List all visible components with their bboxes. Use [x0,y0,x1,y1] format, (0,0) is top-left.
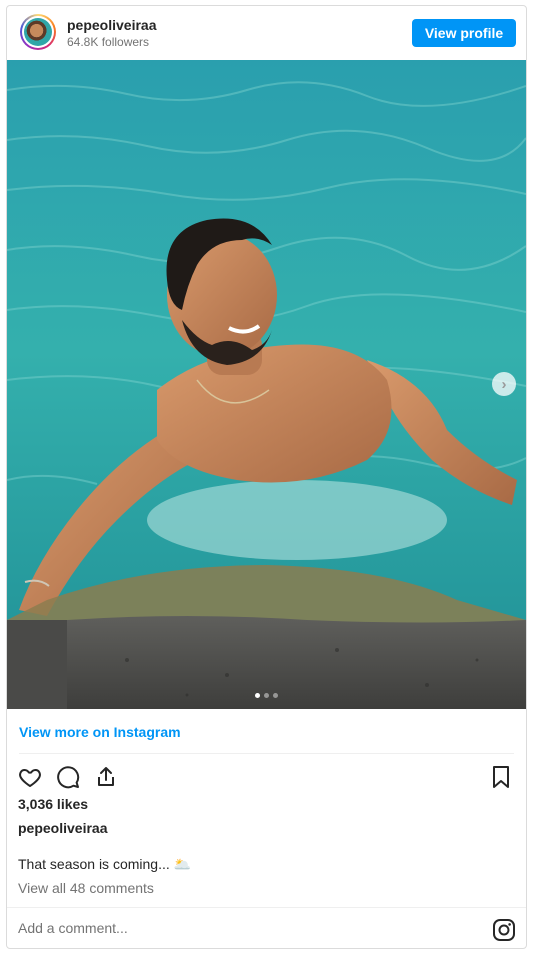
action-bar [17,764,119,790]
post-header: pepeoliveiraa 64.8K followers View profi… [7,6,526,60]
caption-text: That season is coming... 🌥️ [18,856,192,872]
chevron-right-icon: › [501,375,507,393]
divider [19,753,514,754]
caption-username[interactable]: pepeoliveiraa [18,820,108,836]
comment-button[interactable] [55,764,81,790]
avatar-frame [22,16,54,48]
carousel-dot [264,693,269,698]
header-username[interactable]: pepeoliveiraa [67,17,157,33]
view-more-link[interactable]: View more on Instagram [19,724,181,740]
heart-icon [19,769,41,787]
carousel-indicator [7,693,526,698]
share-button[interactable] [93,764,119,790]
like-count[interactable]: 3,036 likes [18,796,88,812]
share-icon [98,767,114,786]
comment-icon [57,766,80,789]
view-comments-link[interactable]: View all 48 comments [18,880,154,896]
bookmark-icon [493,766,509,788]
save-button[interactable] [488,764,514,790]
instagram-icon [493,919,515,941]
view-profile-button[interactable]: View profile [412,19,516,47]
carousel-dot [255,693,260,698]
carousel-dot [273,693,278,698]
carousel-next-button[interactable]: › [492,372,516,396]
post-photo[interactable]: › [7,60,526,709]
avatar-image [24,18,52,46]
photo-illustration [7,60,526,709]
avatar[interactable] [20,14,56,50]
comment-bar: Add a comment... [7,907,526,948]
like-button[interactable] [17,764,43,790]
instagram-logo-button[interactable] [492,918,516,942]
comment-input[interactable]: Add a comment... [18,920,128,936]
instagram-embed-card: pepeoliveiraa 64.8K followers View profi… [6,5,527,949]
follower-count: 64.8K followers [67,35,150,49]
